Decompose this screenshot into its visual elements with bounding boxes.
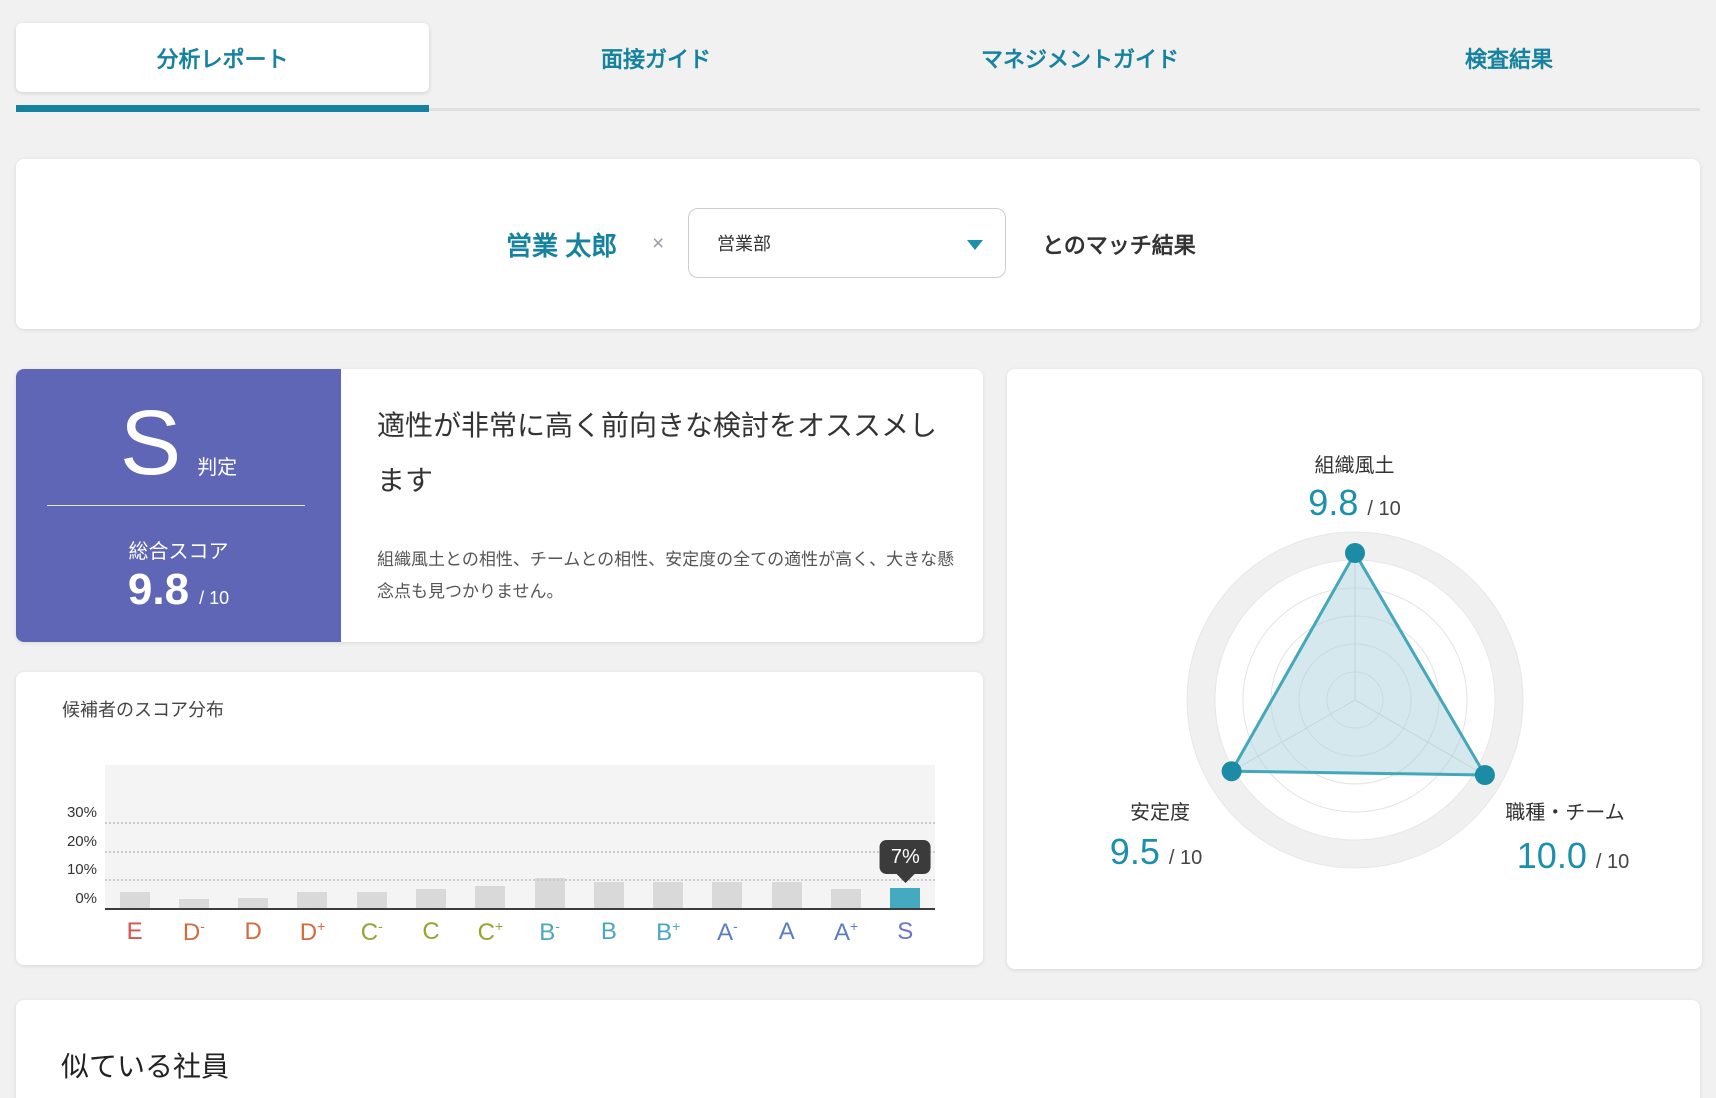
bar-C[interactable] [416, 889, 446, 908]
grade-panel: S 判定 総合スコア 9.8 / 10 [16, 369, 341, 642]
tab-test-results[interactable]: 検査結果 [1309, 23, 1709, 92]
y-tick-label: 10% [43, 861, 97, 879]
x-tick-label-B+: B+ [656, 920, 680, 945]
judgment-title: 適性が非常に高く前向きな検討をオススメします [377, 399, 937, 509]
x-tick-label-D: D [245, 920, 262, 944]
score-distribution-title: 候補者のスコア分布 [62, 696, 224, 722]
bars: ED-DD+C-CC+B-BB+A-AA+S7% [105, 765, 935, 908]
grade-divider [47, 505, 305, 506]
bar-A+[interactable] [831, 889, 861, 908]
tab-analysis-report[interactable]: 分析レポート [16, 23, 429, 92]
judgment-description: 組織風土との相性、チームとの相性、安定度の全ての適性が高く、大きな懸念点も見つか… [377, 544, 955, 608]
x-tick-label-C: C [422, 920, 439, 944]
similar-employees-card: 似ている社員 [16, 1000, 1700, 1098]
y-tick-label: 30% [43, 804, 97, 822]
chevron-down-icon [967, 240, 983, 250]
radar-vertex-dot [1475, 765, 1495, 785]
tab-analysis-report-label: 分析レポート [156, 42, 288, 74]
active-tab-indicator [16, 105, 429, 112]
bar-D-[interactable] [179, 899, 209, 908]
grade-letter: S [120, 397, 181, 489]
x-tick-label-A+: A+ [834, 920, 858, 945]
candidate-name-link[interactable]: 営業 太郎 [506, 159, 617, 329]
bar-column-A-: A- [698, 765, 757, 908]
radar-score-stability-value: 9.5 [1110, 831, 1160, 873]
bar-column-D+: D+ [283, 765, 342, 908]
radar-score-stability: 9.5 / 10 [1056, 831, 1256, 873]
radar-score-team-max: / 10 [1596, 851, 1629, 874]
department-select[interactable]: 営業部 [688, 208, 1006, 278]
gridline-20 [105, 851, 935, 853]
total-score-label: 総合スコア [16, 535, 341, 564]
bar-column-B+: B+ [639, 765, 698, 908]
bar-B-[interactable] [535, 878, 565, 908]
x-tick-label-C+: C+ [478, 920, 503, 945]
bar-C+[interactable] [475, 886, 505, 908]
x-axis-line [105, 908, 935, 910]
score-distribution-card: 候補者のスコア分布 ED-DD+C-CC+B-BB+A-AA+S7% 30%20… [16, 672, 983, 965]
radar-axis-label-team: 職種・チーム [1467, 796, 1663, 825]
y-tick-label: 0% [43, 890, 97, 908]
analysis-report-page: 分析レポート 面接ガイド マネジメントガイド 検査結果 営業 太郎 × 営業部 … [0, 0, 1716, 1098]
bar-column-C: C [401, 765, 460, 908]
bar-D+[interactable] [297, 892, 327, 908]
times-separator: × [652, 159, 664, 329]
distribution-plot-area: ED-DD+C-CC+B-BB+A-AA+S7% 30%20%10%0% [105, 765, 935, 908]
bar-C-[interactable] [357, 892, 387, 908]
similar-employees-title: 似ている社員 [61, 1045, 229, 1085]
bar-column-D: D [224, 765, 283, 908]
y-tick-label: 20% [43, 833, 97, 851]
bar-column-A+: A+ [816, 765, 875, 908]
radar-vertex-dot [1345, 543, 1365, 563]
bar-column-A: A [757, 765, 816, 908]
match-radar-card: 組織風土 9.8 / 10 安定度 9.5 / 10 職種・チーム 10.0 /… [1007, 369, 1702, 969]
department-select-value: 営業部 [717, 230, 771, 256]
bar-column-B: B [579, 765, 638, 908]
bar-S[interactable] [890, 888, 920, 908]
bar-column-C-: C- [342, 765, 401, 908]
match-header-card: 営業 太郎 × 営業部 とのマッチ結果 [16, 159, 1700, 329]
match-row: 営業 太郎 × 営業部 とのマッチ結果 [16, 159, 1700, 329]
bar-B[interactable] [594, 882, 624, 908]
radar-score-team: 10.0 / 10 [1465, 835, 1681, 877]
bar-column-B-: B- [520, 765, 579, 908]
match-suffix-text: とのマッチ結果 [1042, 159, 1196, 329]
bar-column-C+: C+ [461, 765, 520, 908]
tab-management-guide[interactable]: マネジメントガイド [880, 23, 1280, 92]
x-tick-label-A-: A- [717, 920, 738, 945]
bar-B+[interactable] [653, 882, 683, 908]
radar-vertex-dot [1222, 761, 1242, 781]
total-score-max: / 10 [199, 588, 229, 609]
bar-A[interactable] [772, 882, 802, 908]
total-score-value: 9.8 [128, 565, 189, 615]
x-tick-label-B: B [601, 920, 617, 944]
x-tick-label-D+: D+ [300, 920, 325, 945]
total-score-row: 9.8 / 10 [16, 565, 341, 615]
radar-axis-label-stability: 安定度 [1070, 796, 1250, 825]
bar-column-E: E [105, 765, 164, 908]
x-tick-label-B-: B- [539, 920, 560, 945]
bar-column-D-: D- [164, 765, 223, 908]
radar-axis-label-culture: 組織風土 [1007, 449, 1702, 478]
bar-A-[interactable] [712, 882, 742, 908]
bar-D[interactable] [238, 898, 268, 908]
radar-score-team-value: 10.0 [1517, 835, 1587, 877]
bar-column-S: S7% [876, 765, 935, 908]
x-tick-label-D-: D- [183, 920, 205, 945]
gridline-30 [105, 822, 935, 824]
x-tick-label-A: A [779, 920, 795, 944]
tab-interview-guide[interactable]: 面接ガイド [456, 23, 856, 92]
judgment-card: S 判定 総合スコア 9.8 / 10 適性が非常に高く前向きな検討をオススメし… [16, 369, 983, 642]
radar-score-stability-max: / 10 [1169, 847, 1202, 870]
bar-tooltip: 7% [880, 840, 931, 874]
grade-suffix: 判定 [197, 451, 237, 480]
x-tick-label-E: E [127, 920, 143, 944]
grade-row: S 判定 [16, 397, 341, 489]
x-tick-label-C-: C- [361, 920, 383, 945]
x-tick-label-S: S [897, 920, 913, 944]
gridline-10 [105, 879, 935, 881]
bar-E[interactable] [120, 892, 150, 908]
